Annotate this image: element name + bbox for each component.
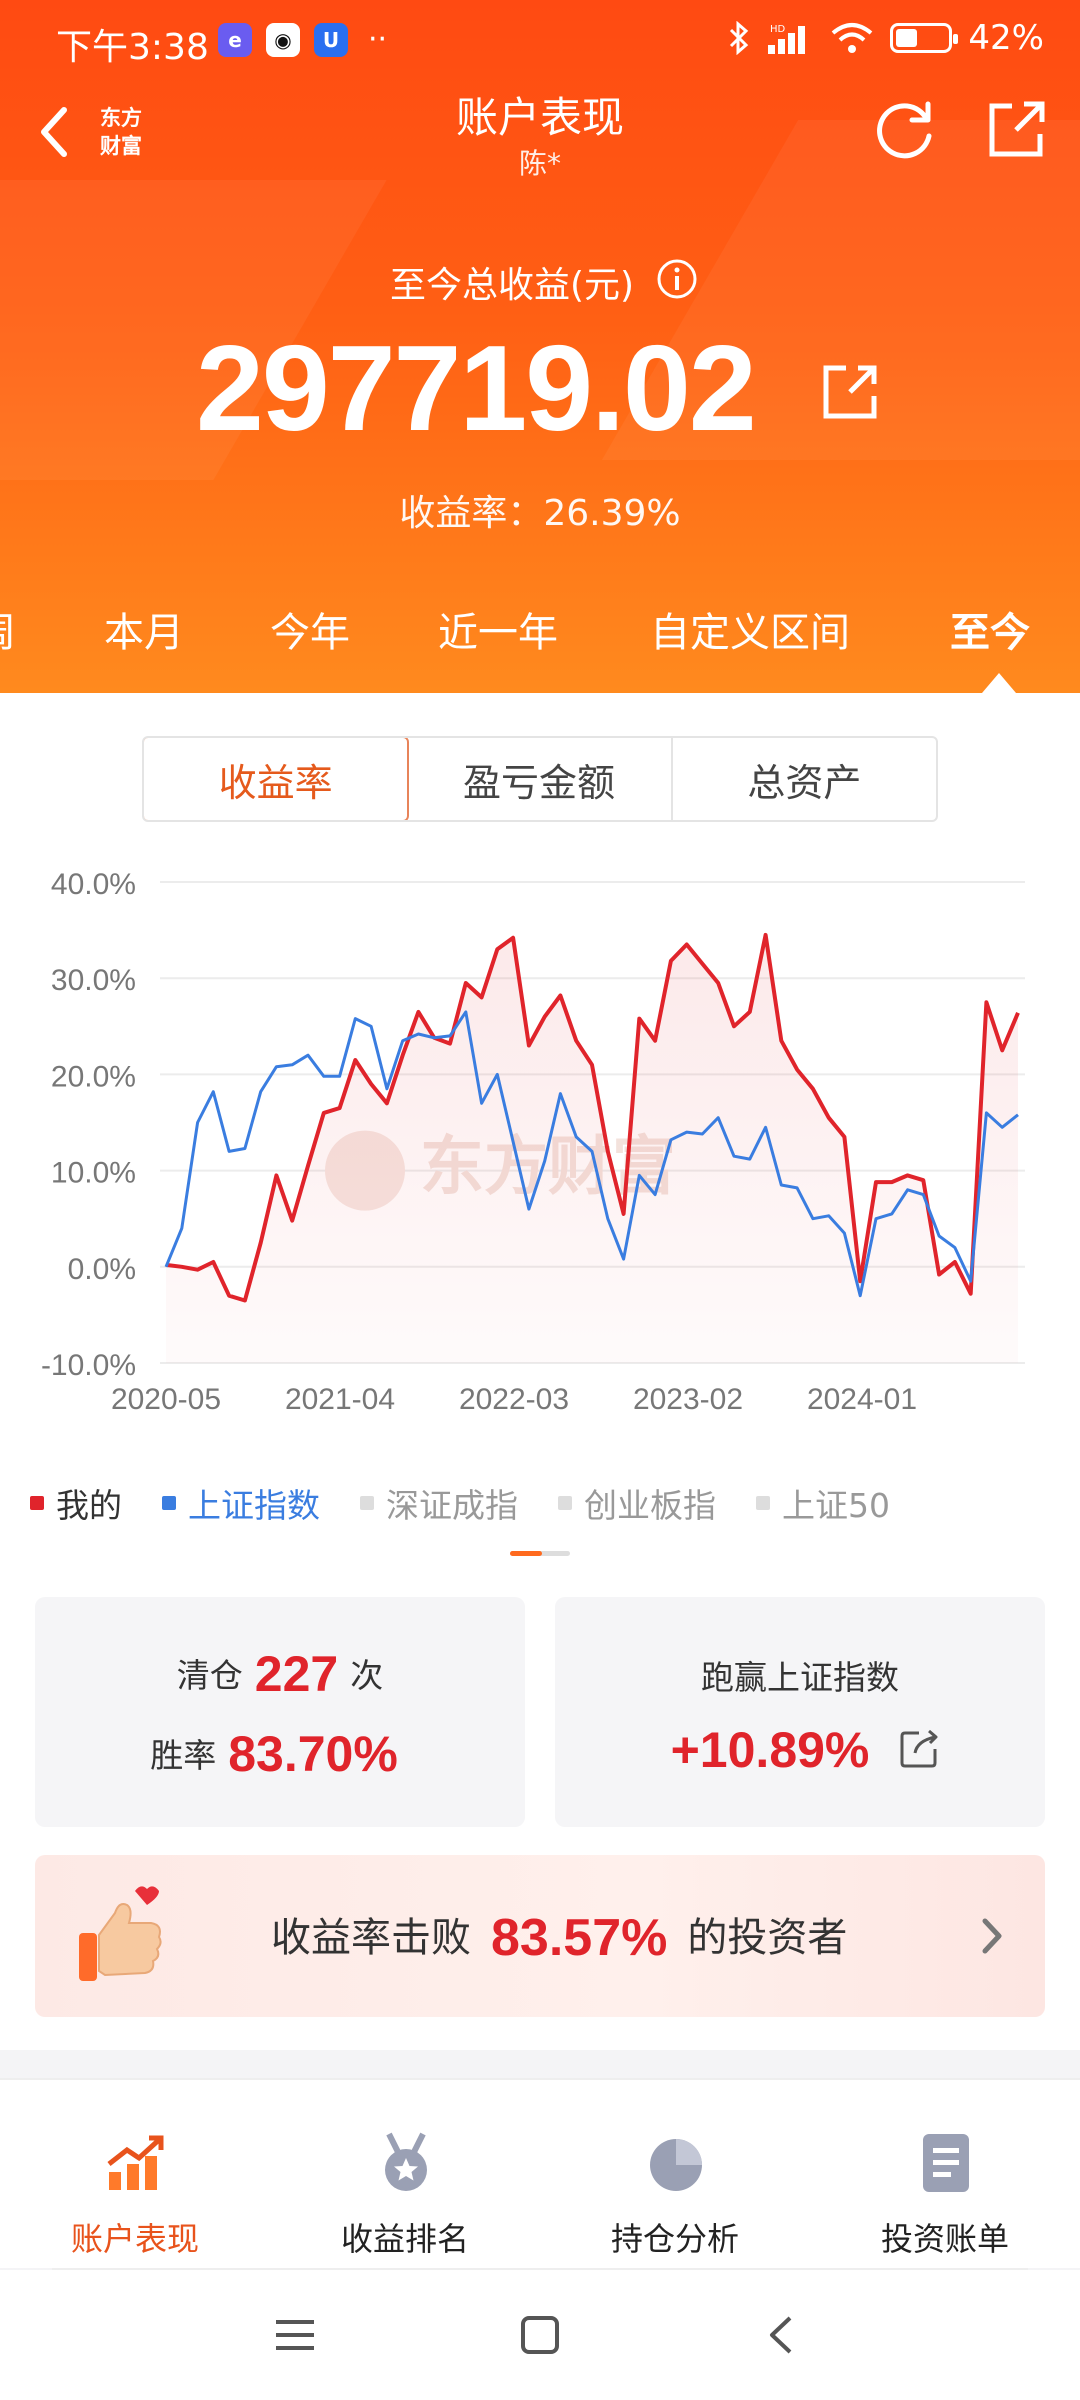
qq-icon: ◉: [266, 22, 300, 57]
app-notification-icon: e: [218, 22, 252, 57]
y-tick-label: -10.0%: [41, 1349, 136, 1382]
win-rate: 83.70%: [228, 1726, 398, 1782]
bottom-nav: 账户表现 收益排名 持仓分析 投资账单: [0, 2078, 1080, 2268]
legend-sse50-label: 上证50: [782, 1486, 890, 1525]
beat-percent: 83.57%: [491, 1909, 668, 1967]
wifi-icon: [832, 23, 873, 53]
home-icon[interactable]: [515, 2310, 565, 2360]
beat-suffix: 的投资者: [687, 1915, 848, 1961]
my-return-area: [166, 934, 1018, 1363]
chart-legend: 我的 上证指数 深证成指 创业板指 上证50: [30, 1478, 930, 1528]
total-label: 至今总收益(元): [389, 265, 635, 306]
main-card: 收益率 盈亏金额 总资产 -10.0% 0.0% 10.0% 20.0% 30.0% 40…: [0, 693, 1080, 2050]
nav-investment-bill[interactable]: 投资账单: [810, 2080, 1080, 2270]
signal-icon: HD: [768, 24, 806, 54]
tab-custom-range[interactable]: 自定义区间: [650, 600, 850, 658]
return-rate: 收益率：26.39%: [399, 493, 681, 534]
legend-scroll-indicator: [510, 1551, 570, 1556]
x-tick-label: 2021-04: [285, 1383, 395, 1416]
document-icon: [923, 2134, 969, 2192]
y-tick-label: 40.0%: [51, 868, 136, 901]
battery-icon: [890, 23, 959, 53]
share-edit-icon[interactable]: [899, 1727, 941, 1769]
y-tick-label: 10.0%: [51, 1157, 136, 1190]
chart-trend-icon: [107, 2135, 164, 2190]
legend-shanghai[interactable]: 上证指数: [162, 1479, 320, 1527]
legend-chinext-label: 创业板指: [584, 1486, 716, 1525]
header: 下午3:38 e ◉ U ·· HD 42% 东方财富 账户表现 陈* 至今总收…: [0, 0, 1080, 693]
info-icon[interactable]: [656, 258, 698, 300]
beat-prefix: 收益率击败: [271, 1915, 471, 1961]
svg-text:HD: HD: [770, 24, 786, 35]
bluetooth-icon: [730, 21, 749, 55]
tab-all-time[interactable]: 至今: [950, 600, 1030, 658]
battery-percent: 42%: [968, 18, 1044, 58]
nav-account-performance[interactable]: 账户表现: [0, 2080, 270, 2270]
legend-shenzhen-label: 深证成指: [386, 1486, 518, 1525]
pie-chart-icon: [650, 2139, 702, 2191]
x-tick-label: 2022-03: [459, 1383, 569, 1416]
legend-mine[interactable]: 我的: [30, 1479, 122, 1527]
nav-label-ranking: 收益排名: [340, 2220, 469, 2258]
legend-shenzhen[interactable]: 深证成指: [360, 1479, 518, 1527]
status-right: HD 42%: [728, 18, 1044, 58]
shield-app-icon: U: [314, 22, 348, 57]
refresh-icon[interactable]: [872, 96, 938, 162]
thumbs-up-icon: [79, 1886, 162, 1981]
legend-sse50[interactable]: 上证50: [756, 1479, 890, 1527]
nav-profit-ranking[interactable]: 收益排名: [270, 2080, 540, 2270]
menu-icon[interactable]: [270, 2310, 320, 2360]
nav-holdings-analysis[interactable]: 持仓分析: [540, 2080, 810, 2270]
period-tabs: 周 本月 今年 近一年 自定义区间 至今: [0, 600, 1080, 670]
chevron-right-icon: [982, 1918, 1002, 1954]
clear-count: 227: [254, 1646, 339, 1702]
total-profit-value: 297719.02: [196, 320, 757, 456]
x-tick-label: 2023-02: [633, 1383, 743, 1416]
tab-this-month[interactable]: 本月: [104, 600, 184, 658]
section-divider: [0, 2050, 1080, 2078]
beat-investors-banner[interactable]: 收益率击败 83.57% 的投资者: [35, 1855, 1045, 2017]
clear-count-row: 清仓 227 次: [35, 1645, 525, 1703]
status-app-icons: e ◉ U ··: [218, 22, 387, 57]
tab-week[interactable]: 周: [0, 600, 16, 658]
return-chart[interactable]: -10.0%0.0%10.0%20.0%30.0%40.0%东方财富2020-0…: [0, 693, 1080, 1693]
more-notifications-icon: ··: [368, 22, 388, 57]
clear-suffix: 次: [350, 1656, 384, 1695]
win-rate-row: 胜率 83.70%: [35, 1725, 525, 1783]
tab-this-year[interactable]: 今年: [270, 600, 350, 658]
y-tick-label: 30.0%: [51, 964, 136, 997]
nav-bar: 东方财富 账户表现 陈*: [0, 80, 1080, 190]
x-tick-label: 2020-05: [111, 1383, 221, 1416]
beat-index-card[interactable]: 跑赢上证指数 +10.89%: [555, 1597, 1045, 1827]
nav-label-holdings: 持仓分析: [610, 2220, 739, 2258]
tab-last-year[interactable]: 近一年: [438, 600, 558, 658]
back-nav-icon[interactable]: [758, 2310, 808, 2360]
share-icon[interactable]: [986, 98, 1048, 160]
nav-label-bill: 投资账单: [880, 2220, 1009, 2258]
share-profit-icon[interactable]: [822, 362, 880, 420]
total-label-row: 至今总收益(元): [0, 256, 1080, 308]
nav-label-performance: 账户表现: [70, 2220, 199, 2258]
clear-prefix: 清仓: [176, 1656, 243, 1695]
win-label: 胜率: [150, 1736, 217, 1775]
medal-icon: [385, 2132, 427, 2191]
legend-chinext[interactable]: 创业板指: [558, 1479, 716, 1527]
system-nav-bar: [0, 2270, 1080, 2400]
y-tick-label: 0.0%: [68, 1253, 136, 1286]
status-bar: 下午3:38 e ◉ U ·· HD 42%: [0, 0, 1080, 80]
legend-mine-label: 我的: [56, 1486, 122, 1525]
x-tick-label: 2024-01: [807, 1383, 917, 1416]
status-time: 下午3:38: [56, 27, 209, 68]
beat-index-label: 跑赢上证指数: [701, 1658, 899, 1697]
y-tick-label: 20.0%: [51, 1060, 136, 1093]
legend-shanghai-label: 上证指数: [188, 1486, 320, 1525]
beat-index-value: +10.89%: [670, 1722, 870, 1778]
beat-index-row: +10.89%: [555, 1721, 1045, 1779]
active-tab-indicator: [982, 673, 1016, 693]
beat-text: 收益率击败 83.57% 的投资者: [271, 1905, 847, 1968]
clear-stats-card: 清仓 227 次 胜率 83.70%: [35, 1597, 525, 1827]
